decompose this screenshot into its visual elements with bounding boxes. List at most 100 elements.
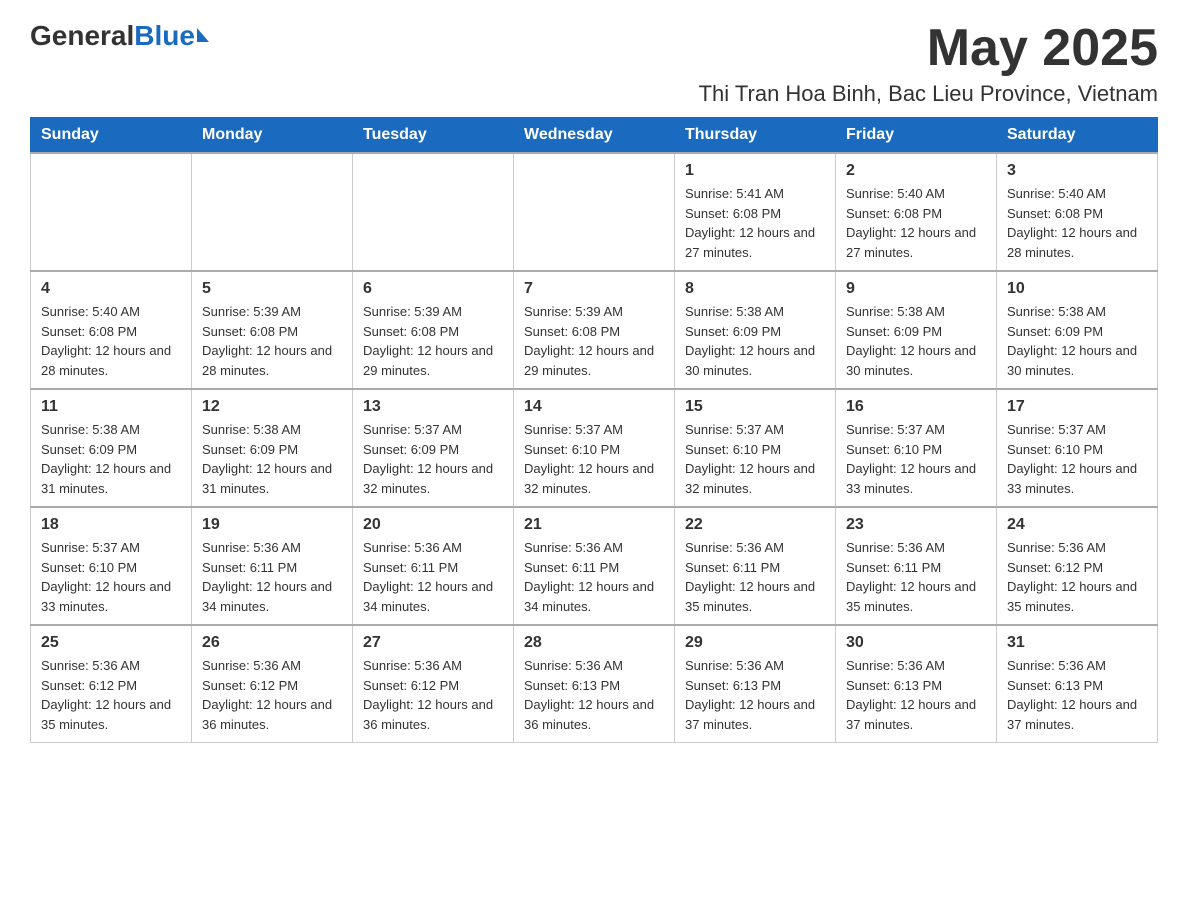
- calendar-cell: 17 Sunrise: 5:37 AM Sunset: 6:10 PM Dayli…: [997, 389, 1158, 507]
- day-number: 3: [1007, 162, 1147, 180]
- calendar-cell: 5Sunrise: 5:39 AM Sunset: 6:08 PM Daylig…: [192, 271, 353, 389]
- day-info: Sunrise: 5:39 AM Sunset: 6:08 PM Dayligh…: [524, 302, 664, 380]
- day-number: 20: [363, 516, 503, 534]
- calendar-cell: 23 Sunrise: 5:36 AM Sunset: 6:11 PM Dayli…: [836, 507, 997, 625]
- calendar-cell: 9Sunrise: 5:38 AM Sunset: 6:09 PM Daylig…: [836, 271, 997, 389]
- day-number: 25: [41, 634, 181, 652]
- calendar-cell: 22 Sunrise: 5:36 AM Sunset: 6:11 PM Dayli…: [675, 507, 836, 625]
- calendar-cell: 13 Sunrise: 5:37 AM Sunset: 6:09 PM Dayli…: [353, 389, 514, 507]
- week-row-2: 4 Sunrise: 5:40 AM Sunset: 6:08 PM Daylig…: [31, 271, 1158, 389]
- day-info: Sunrise: 5:36 AM Sunset: 6:13 PM Dayligh…: [846, 656, 986, 734]
- day-number: 15: [685, 398, 825, 416]
- day-info: Sunrise: 5:36 AM Sunset: 6:11 PM Dayligh…: [685, 538, 825, 616]
- day-number: 17: [1007, 398, 1147, 416]
- week-row-1: 1 Sunrise: 5:41 AM Sunset: 6:08 PM Daylig…: [31, 153, 1158, 271]
- day-info: Sunrise: 5:36 AM Sunset: 6:12 PM Dayligh…: [202, 656, 342, 734]
- calendar-cell: 29Sunrise: 5:36 AM Sunset: 6:13 PM Dayli…: [675, 625, 836, 743]
- day-number: 27: [363, 634, 503, 652]
- week-row-3: 11Sunrise: 5:38 AM Sunset: 6:09 PM Dayli…: [31, 389, 1158, 507]
- day-number: 5: [202, 280, 342, 298]
- day-number: 22: [685, 516, 825, 534]
- calendar-cell: [353, 153, 514, 271]
- calendar-cell: 1 Sunrise: 5:41 AM Sunset: 6:08 PM Daylig…: [675, 153, 836, 271]
- header-sunday: Sunday: [31, 118, 192, 154]
- day-number: 23: [846, 516, 986, 534]
- calendar-cell: 28Sunrise: 5:36 AM Sunset: 6:13 PM Dayli…: [514, 625, 675, 743]
- day-info: Sunrise: 5:36 AM Sunset: 6:11 PM Dayligh…: [846, 538, 986, 616]
- day-number: 4: [41, 280, 181, 298]
- title-section: May 2025 Thi Tran Hoa Binh, Bac Lieu Pro…: [699, 20, 1158, 107]
- day-info: Sunrise: 5:37 AM Sunset: 6:10 PM Dayligh…: [1007, 420, 1147, 498]
- logo-blue-text: Blue: [134, 20, 195, 52]
- calendar-cell: 26 Sunrise: 5:36 AM Sunset: 6:12 PM Dayli…: [192, 625, 353, 743]
- logo-triangle-icon: [197, 28, 209, 42]
- day-info: Sunrise: 5:36 AM Sunset: 6:11 PM Dayligh…: [202, 538, 342, 616]
- calendar-cell: 6 Sunrise: 5:39 AM Sunset: 6:08 PM Daylig…: [353, 271, 514, 389]
- day-number: 16: [846, 398, 986, 416]
- day-info: Sunrise: 5:36 AM Sunset: 6:13 PM Dayligh…: [524, 656, 664, 734]
- day-number: 12: [202, 398, 342, 416]
- header-row: SundayMondayTuesdayWednesdayThursdayFrid…: [31, 118, 1158, 154]
- calendar-cell: 24Sunrise: 5:36 AM Sunset: 6:12 PM Dayli…: [997, 507, 1158, 625]
- calendar-cell: [514, 153, 675, 271]
- day-info: Sunrise: 5:36 AM Sunset: 6:12 PM Dayligh…: [363, 656, 503, 734]
- calendar-cell: [31, 153, 192, 271]
- calendar-cell: 27 Sunrise: 5:36 AM Sunset: 6:12 PM Dayli…: [353, 625, 514, 743]
- logo-general-text: General: [30, 20, 134, 52]
- calendar-cell: 25 Sunrise: 5:36 AM Sunset: 6:12 PM Dayli…: [31, 625, 192, 743]
- month-title: May 2025: [699, 20, 1158, 77]
- calendar-cell: 3 Sunrise: 5:40 AM Sunset: 6:08 PM Daylig…: [997, 153, 1158, 271]
- day-number: 11: [41, 398, 181, 416]
- day-number: 6: [363, 280, 503, 298]
- week-row-5: 25 Sunrise: 5:36 AM Sunset: 6:12 PM Dayli…: [31, 625, 1158, 743]
- day-info: Sunrise: 5:41 AM Sunset: 6:08 PM Dayligh…: [685, 184, 825, 262]
- day-info: Sunrise: 5:37 AM Sunset: 6:10 PM Dayligh…: [685, 420, 825, 498]
- calendar-cell: 30 Sunrise: 5:36 AM Sunset: 6:13 PM Dayli…: [836, 625, 997, 743]
- day-info: Sunrise: 5:37 AM Sunset: 6:10 PM Dayligh…: [846, 420, 986, 498]
- calendar-cell: 19Sunrise: 5:36 AM Sunset: 6:11 PM Dayli…: [192, 507, 353, 625]
- header-monday: Monday: [192, 118, 353, 154]
- calendar-cell: 8Sunrise: 5:38 AM Sunset: 6:09 PM Daylig…: [675, 271, 836, 389]
- day-info: Sunrise: 5:36 AM Sunset: 6:12 PM Dayligh…: [41, 656, 181, 734]
- day-info: Sunrise: 5:36 AM Sunset: 6:12 PM Dayligh…: [1007, 538, 1147, 616]
- day-number: 14: [524, 398, 664, 416]
- calendar-cell: 10Sunrise: 5:38 AM Sunset: 6:09 PM Dayli…: [997, 271, 1158, 389]
- day-info: Sunrise: 5:37 AM Sunset: 6:09 PM Dayligh…: [363, 420, 503, 498]
- day-number: 13: [363, 398, 503, 416]
- calendar-cell: 15 Sunrise: 5:37 AM Sunset: 6:10 PM Dayli…: [675, 389, 836, 507]
- day-info: Sunrise: 5:37 AM Sunset: 6:10 PM Dayligh…: [524, 420, 664, 498]
- calendar-cell: 31Sunrise: 5:36 AM Sunset: 6:13 PM Dayli…: [997, 625, 1158, 743]
- day-number: 2: [846, 162, 986, 180]
- day-number: 29: [685, 634, 825, 652]
- day-info: Sunrise: 5:38 AM Sunset: 6:09 PM Dayligh…: [685, 302, 825, 380]
- day-number: 1: [685, 162, 825, 180]
- calendar-cell: 11Sunrise: 5:38 AM Sunset: 6:09 PM Dayli…: [31, 389, 192, 507]
- header-friday: Friday: [836, 118, 997, 154]
- day-number: 30: [846, 634, 986, 652]
- calendar-cell: 7 Sunrise: 5:39 AM Sunset: 6:08 PM Daylig…: [514, 271, 675, 389]
- day-number: 10: [1007, 280, 1147, 298]
- calendar-table: SundayMondayTuesdayWednesdayThursdayFrid…: [30, 117, 1158, 743]
- location-title: Thi Tran Hoa Binh, Bac Lieu Province, Vi…: [699, 81, 1158, 107]
- day-number: 7: [524, 280, 664, 298]
- day-info: Sunrise: 5:36 AM Sunset: 6:13 PM Dayligh…: [1007, 656, 1147, 734]
- day-number: 26: [202, 634, 342, 652]
- calendar-cell: 14 Sunrise: 5:37 AM Sunset: 6:10 PM Dayli…: [514, 389, 675, 507]
- week-row-4: 18Sunrise: 5:37 AM Sunset: 6:10 PM Dayli…: [31, 507, 1158, 625]
- calendar-cell: 21Sunrise: 5:36 AM Sunset: 6:11 PM Dayli…: [514, 507, 675, 625]
- calendar-cell: 16 Sunrise: 5:37 AM Sunset: 6:10 PM Dayli…: [836, 389, 997, 507]
- day-info: Sunrise: 5:40 AM Sunset: 6:08 PM Dayligh…: [846, 184, 986, 262]
- day-info: Sunrise: 5:40 AM Sunset: 6:08 PM Dayligh…: [1007, 184, 1147, 262]
- day-info: Sunrise: 5:39 AM Sunset: 6:08 PM Dayligh…: [363, 302, 503, 380]
- calendar-cell: 4 Sunrise: 5:40 AM Sunset: 6:08 PM Daylig…: [31, 271, 192, 389]
- page-header: General Blue May 2025 Thi Tran Hoa Binh,…: [30, 20, 1158, 107]
- day-info: Sunrise: 5:36 AM Sunset: 6:11 PM Dayligh…: [363, 538, 503, 616]
- logo: General Blue: [30, 20, 209, 52]
- day-info: Sunrise: 5:37 AM Sunset: 6:10 PM Dayligh…: [41, 538, 181, 616]
- calendar-cell: 12Sunrise: 5:38 AM Sunset: 6:09 PM Dayli…: [192, 389, 353, 507]
- day-info: Sunrise: 5:36 AM Sunset: 6:11 PM Dayligh…: [524, 538, 664, 616]
- header-tuesday: Tuesday: [353, 118, 514, 154]
- header-wednesday: Wednesday: [514, 118, 675, 154]
- calendar-cell: 2 Sunrise: 5:40 AM Sunset: 6:08 PM Daylig…: [836, 153, 997, 271]
- day-info: Sunrise: 5:40 AM Sunset: 6:08 PM Dayligh…: [41, 302, 181, 380]
